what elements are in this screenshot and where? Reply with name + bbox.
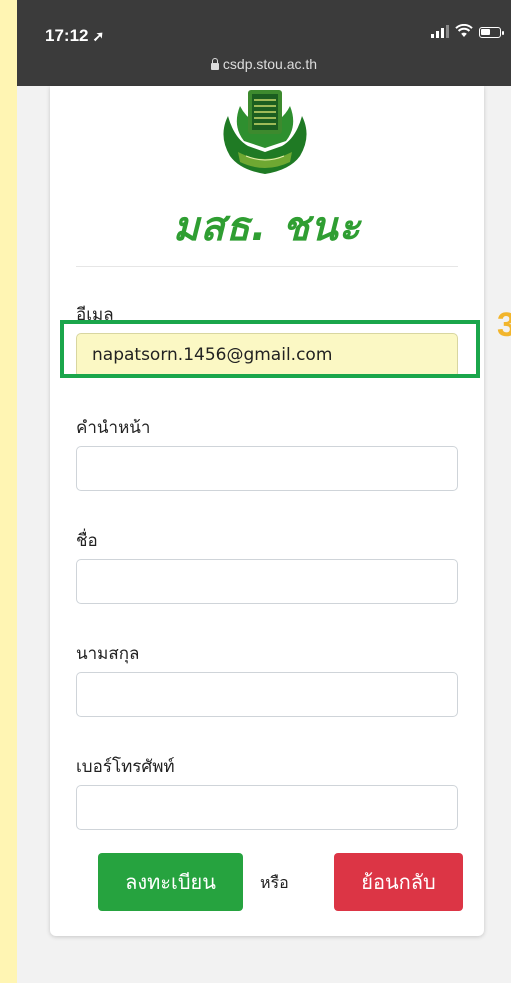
phone-label: เบอร์โทรศัพท์ — [76, 757, 175, 777]
firstname-label: ชื่อ — [76, 531, 98, 551]
lastname-label: นามสกุล — [76, 644, 140, 664]
prefix-label: คำนำหน้า — [76, 418, 151, 438]
step-number-annotation: 3 — [497, 306, 511, 344]
lock-icon — [210, 58, 219, 70]
email-field[interactable]: napatsorn.1456@gmail.com — [76, 333, 458, 378]
url-text: csdp.stou.ac.th — [222, 56, 318, 72]
email-label: อีเมล — [76, 305, 114, 325]
university-emblem-logo — [223, 90, 307, 174]
phone-field[interactable] — [76, 785, 458, 830]
address-bar[interactable]: csdp.stou.ac.th — [17, 56, 511, 72]
system-icons — [431, 24, 504, 38]
prefix-field[interactable] — [76, 446, 458, 491]
status-bar: 17:12 ➚ csdp.stou.ac.th — [17, 0, 511, 86]
battery-icon — [479, 27, 504, 38]
register-button[interactable]: ลงทะเบียน — [98, 853, 243, 911]
firstname-field[interactable] — [76, 559, 458, 604]
brand-title: มสธ. ชนะ — [172, 204, 362, 250]
or-text: หรือ — [260, 873, 289, 892]
lastname-field[interactable] — [76, 672, 458, 717]
divider — [76, 266, 458, 267]
back-button[interactable]: ย้อนกลับ — [334, 853, 463, 911]
phone-screen: 17:12 ➚ csdp.stou.ac.th มสธ. ชนะ อีเมล n… — [17, 0, 511, 983]
cellular-signal-icon — [431, 24, 449, 38]
status-time: 17:12 ➚ — [45, 26, 105, 45]
wifi-icon — [455, 24, 473, 37]
registration-card: มสธ. ชนะ อีเมล napatsorn.1456@gmail.com … — [50, 86, 484, 936]
location-arrow-icon: ➚ — [92, 28, 105, 44]
